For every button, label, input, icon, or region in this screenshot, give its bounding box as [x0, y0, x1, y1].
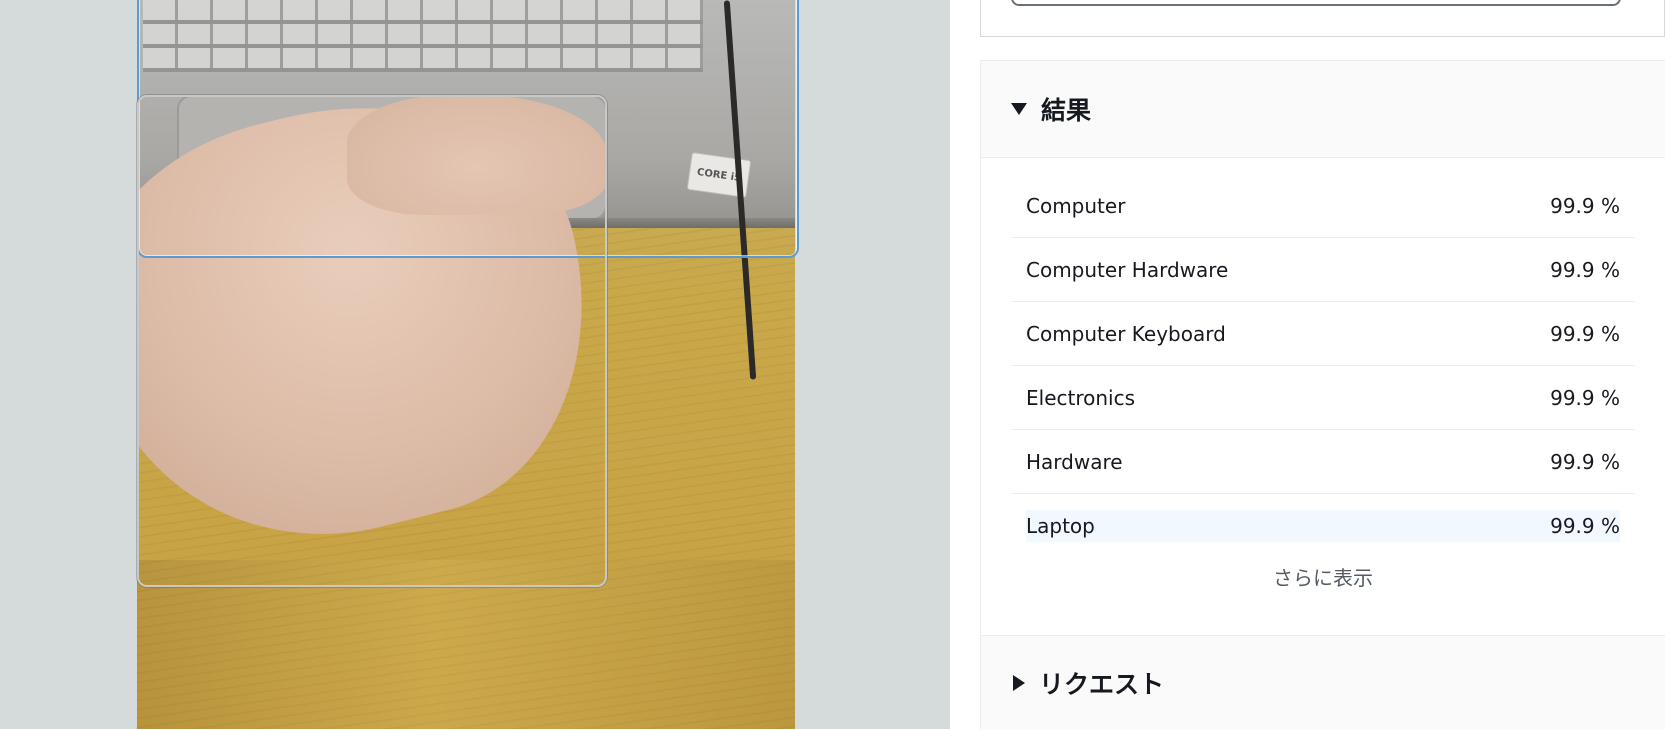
results-list: Computer 99.9 % Computer Hardware 99.9 %…	[981, 158, 1665, 638]
result-confidence: 99.9 %	[1550, 385, 1620, 410]
results-title: 結果	[1041, 96, 1092, 125]
request-title: リクエスト	[1039, 670, 1165, 699]
result-label: Computer Keyboard	[1026, 321, 1226, 346]
list-item: Computer Hardware 99.9 %	[1011, 238, 1635, 302]
result-confidence: 99.9 %	[1550, 257, 1620, 282]
list-item: Electronics 99.9 %	[1011, 366, 1635, 430]
upload-panel-bottom	[980, 0, 1665, 37]
list-item-highlighted[interactable]: Laptop 99.9 %	[1011, 494, 1635, 558]
result-label: Computer Hardware	[1026, 257, 1229, 282]
highlighted-row[interactable]: Laptop 99.9 %	[1026, 510, 1620, 542]
result-confidence: 99.9 %	[1550, 193, 1620, 218]
result-label: Computer	[1026, 193, 1126, 218]
image-preview-area: CORE i5	[0, 0, 950, 729]
result-confidence: 99.9 %	[1550, 514, 1620, 538]
hand-bounding-box[interactable]	[137, 95, 607, 587]
list-item: Hardware 99.9 %	[1011, 430, 1635, 494]
upload-field-edge	[1011, 0, 1621, 6]
results-header[interactable]: 結果	[981, 61, 1665, 158]
result-label: Hardware	[1026, 449, 1123, 474]
result-confidence: 99.9 %	[1550, 321, 1620, 346]
list-item: Computer 99.9 %	[1011, 174, 1635, 238]
caret-right-icon	[1013, 675, 1025, 691]
result-label: Laptop	[1026, 514, 1095, 538]
show-more-link[interactable]: さらに表示	[1011, 562, 1635, 591]
result-confidence: 99.9 %	[1550, 449, 1620, 474]
result-label: Electronics	[1026, 385, 1136, 410]
list-item: Computer Keyboard 99.9 %	[1011, 302, 1635, 366]
request-header[interactable]: リクエスト	[981, 635, 1665, 730]
results-panel: 結果 Computer 99.9 % Computer Hardware 99.…	[980, 60, 1665, 730]
caret-down-icon	[1011, 103, 1027, 115]
